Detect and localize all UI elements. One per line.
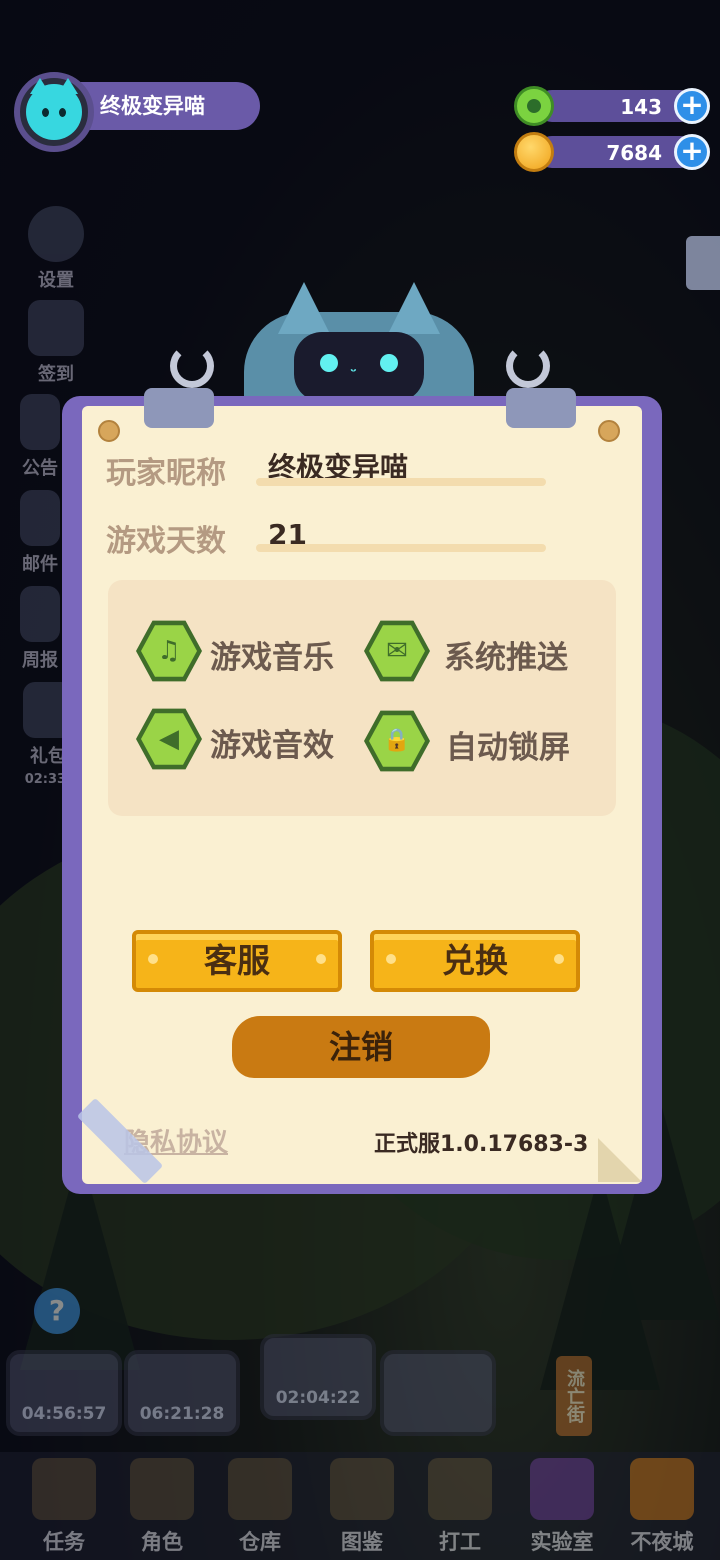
toggle-label: 系统推送 [444,640,568,676]
worker-slot-locked[interactable] [380,1350,496,1436]
days-label: 游戏天数 [106,524,226,559]
nav-label: 角色 [141,1530,183,1554]
toggle-label: 游戏音乐 [210,640,334,676]
add-donut-button[interactable]: + [674,88,710,124]
paper-clip-right [506,388,576,428]
worker-timer: 02:04:22 [275,1388,361,1408]
robot-claw-left [170,344,214,388]
nav-label: 实验室 [530,1530,594,1554]
nav-label: 不夜城 [630,1530,694,1554]
side-item-settings[interactable]: 设置 [20,206,92,292]
side-item-label: 周报 [22,650,58,671]
avatar[interactable] [14,72,94,152]
side-item-checkin[interactable]: 签到 [20,300,92,386]
currency-donut: 143 + [514,86,710,126]
side-item-label: 设置 [38,270,74,291]
toggle-label: 自动锁屏 [446,730,570,766]
nav-label: 仓库 [239,1530,281,1554]
side-item-notice[interactable]: 公告 [20,394,60,480]
paper-fold-corner [598,1138,642,1182]
fox-icon [630,1458,694,1520]
donut-icon [514,86,554,126]
toggle-label: 游戏音效 [210,728,334,764]
toggle-sound-effects[interactable]: ◀ 游戏音效 [136,706,386,772]
side-item-weekly[interactable]: 周报 [20,586,60,672]
toggle-game-music[interactable]: ♫ 游戏音乐 [136,618,386,684]
worker-timer: 04:56:57 [21,1404,107,1424]
redeem-button[interactable]: 兑换 [370,930,580,992]
bottom-area: 04:56:57 06:21:28 02:04:22 任务 角色 仓库 图鉴 打… [0,1334,720,1560]
gear-icon [28,206,84,262]
nav-nightcity[interactable]: 不夜城 [614,1458,710,1556]
worker-slot[interactable]: 06:21:28 [124,1350,240,1436]
toggle-system-push[interactable]: ✉ 系统推送 [364,618,614,684]
player-profile[interactable]: 终极变异喵 [14,72,260,152]
help-button[interactable]: ? [34,1288,80,1334]
paper-clip-left [144,388,214,428]
worker-slot[interactable]: 02:04:22 [260,1334,376,1420]
street-sign[interactable]: 流亡街 [556,1356,592,1436]
side-item-label: 签到 [38,364,74,385]
nav-warehouse[interactable]: 仓库 [212,1458,308,1556]
nav-work[interactable]: 打工 [412,1458,508,1556]
report-icon [20,586,60,642]
worker-timer: 06:21:28 [139,1404,225,1424]
version-text: 正式服1.0.17683-3 [374,1132,589,1157]
settings-toggles-panel [108,580,616,816]
coin-amount: 7684 [606,141,662,165]
customer-service-label: 客服 [204,941,270,980]
flask-icon [530,1458,594,1520]
side-item-mail[interactable]: 邮件 [20,490,60,576]
days-underline [256,544,546,552]
clipboard-icon [32,1458,96,1520]
robot-face: ᵕ [294,332,424,402]
robot-claw-right [506,344,550,388]
toggle-auto-lock[interactable]: 🔒 自动锁屏 [364,708,614,774]
mail-icon [20,490,60,546]
nav-character[interactable]: 角色 [114,1458,210,1556]
work-icon [428,1458,492,1520]
side-item-label: 邮件 [22,554,58,575]
character-icon [130,1458,194,1520]
logout-button[interactable]: 注销 [232,1016,490,1078]
megaphone-icon [20,394,60,450]
book-icon [330,1458,394,1520]
cat-avatar-icon [26,78,82,140]
nickname-underline [256,478,546,486]
nav-lab[interactable]: 实验室 [514,1458,610,1556]
customer-service-button[interactable]: 客服 [132,930,342,992]
nav-label: 任务 [43,1530,85,1554]
worker-slot[interactable]: 04:56:57 [6,1350,122,1436]
pin-icon [98,420,120,442]
chest-icon [228,1458,292,1520]
nav-tasks[interactable]: 任务 [16,1458,112,1556]
add-coin-button[interactable]: + [674,134,710,170]
side-item-label: 公告 [22,458,58,479]
donut-amount: 143 [620,95,662,119]
redeem-label: 兑换 [442,941,508,980]
nickname-label: 玩家昵称 [106,456,226,491]
planet-coin-icon [514,132,554,172]
pin-icon [598,420,620,442]
side-clip [686,236,720,290]
nav-label: 图鉴 [341,1530,383,1554]
nav-label: 打工 [439,1530,481,1554]
bottom-nav: 任务 角色 仓库 图鉴 打工 实验室 不夜城 [0,1452,720,1560]
currency-coin: 7684 + [514,132,710,172]
calendar-icon [28,300,84,356]
nav-collection[interactable]: 图鉴 [314,1458,410,1556]
player-name: 终极变异喵 [100,94,205,118]
